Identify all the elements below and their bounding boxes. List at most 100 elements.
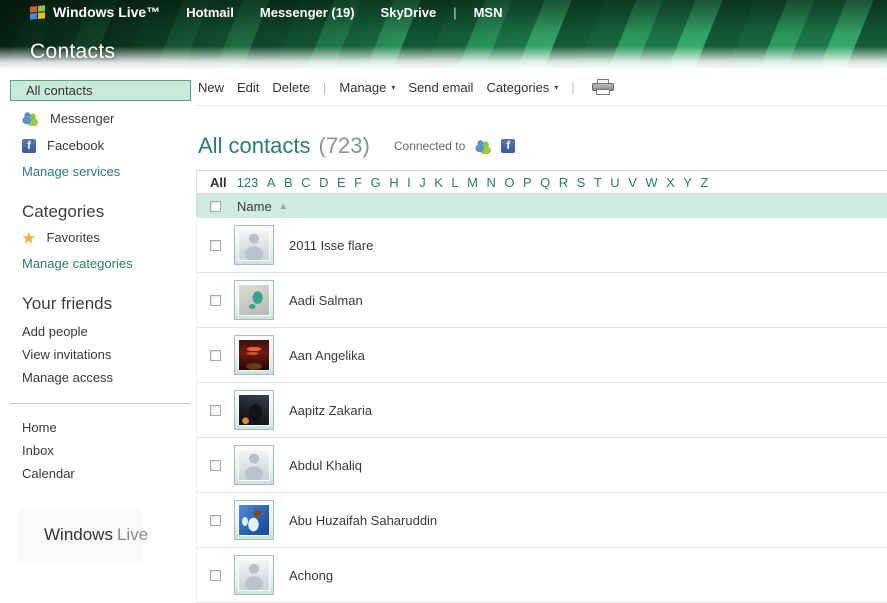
view-invitations-link[interactable]: View invitations: [0, 343, 196, 366]
contact-avatar[interactable]: [234, 500, 274, 540]
alphabet-filter-item[interactable]: C: [301, 175, 310, 190]
page-heading-row: All contacts (723) Connected to f: [196, 132, 887, 160]
contact-checkbox[interactable]: [210, 294, 221, 306]
topnav-link-skydrive[interactable]: SkyDrive: [381, 5, 437, 20]
contact-avatar[interactable]: [234, 390, 274, 430]
calendar-link[interactable]: Calendar: [0, 462, 196, 485]
alphabet-filter-item[interactable]: K: [434, 175, 443, 190]
contact-count: (723): [318, 133, 370, 158]
alphabet-filter-item[interactable]: S: [577, 175, 586, 190]
contact-name[interactable]: Aapitz Zakaria: [289, 403, 372, 418]
categories-heading: Categories: [22, 202, 105, 221]
connected-to: Connected to f: [394, 138, 516, 154]
select-all-checkbox[interactable]: [210, 200, 221, 212]
contact-name[interactable]: Achong: [289, 568, 333, 583]
inbox-link[interactable]: Inbox: [0, 439, 196, 462]
alphabet-filter-item[interactable]: N: [486, 175, 495, 190]
messenger-icon[interactable]: [475, 138, 493, 154]
alphabet-filter-item[interactable]: Q: [540, 175, 550, 190]
topnav-link-messenger[interactable]: Messenger (19): [260, 5, 355, 20]
alphabet-filter-item[interactable]: X: [666, 175, 675, 190]
toolbar-separator: |: [571, 80, 575, 95]
contact-name[interactable]: Aan Angelika: [289, 348, 365, 363]
header-banner: Windows Live™ Hotmail Messenger (19) Sky…: [0, 0, 887, 70]
sidebar-item-label: Messenger: [50, 111, 115, 126]
contact-checkbox[interactable]: [210, 239, 221, 251]
contact-name[interactable]: Abu Huzaifah Saharuddin: [289, 513, 437, 528]
windows-live-brand[interactable]: Windows Live™: [53, 4, 160, 20]
alphabet-filter-item[interactable]: I: [407, 175, 411, 190]
contact-checkbox[interactable]: [210, 459, 221, 471]
new-button[interactable]: New: [198, 80, 224, 95]
alphabet-filter-item[interactable]: B: [284, 175, 293, 190]
facebook-icon[interactable]: f: [501, 139, 516, 153]
alphabet-filter-item[interactable]: U: [610, 175, 619, 190]
sidebar-item-label: Facebook: [47, 138, 105, 153]
alphabet-filter-item[interactable]: H: [389, 175, 398, 190]
alphabet-filter-item[interactable]: D: [319, 175, 328, 190]
sidebar-item-messenger[interactable]: Messenger: [0, 105, 196, 132]
contact-name[interactable]: Aadi Salman: [289, 293, 363, 308]
contact-row: Aadi Salman: [196, 273, 887, 328]
alphabet-filter-item[interactable]: L: [451, 175, 458, 190]
toolbar: New Edit Delete | Manage ▾ Send email Ca…: [196, 70, 887, 106]
alphabet-filter-item[interactable]: A: [267, 175, 276, 190]
alphabet-filter-item[interactable]: M: [467, 175, 478, 190]
alphabet-filter-item[interactable]: E: [337, 175, 346, 190]
alphabet-filter-item[interactable]: R: [559, 175, 568, 190]
contacts-list: 2011 Isse flare Aadi Salman Aan Angelika…: [196, 218, 887, 603]
alphabet-filter-item[interactable]: P: [523, 175, 532, 190]
contact-checkbox[interactable]: [210, 404, 221, 416]
avatar-image: [239, 505, 269, 535]
sidebar-item-all-contacts[interactable]: All contacts: [10, 80, 191, 101]
contact-avatar[interactable]: [234, 445, 274, 485]
contact-name[interactable]: 2011 Isse flare: [289, 238, 373, 253]
send-email-button[interactable]: Send email: [408, 80, 473, 95]
home-link[interactable]: Home: [0, 416, 196, 439]
your-friends-heading: Your friends: [22, 294, 113, 313]
manage-access-link[interactable]: Manage access: [0, 366, 196, 389]
sidebar-item-favorites[interactable]: ★ Favorites: [0, 224, 196, 251]
alphabet-filter-item[interactable]: O: [504, 175, 514, 190]
avatar-image: [239, 450, 269, 480]
contact-name[interactable]: Abdul Khaliq: [289, 458, 362, 473]
alphabet-filter-item[interactable]: J: [419, 175, 426, 190]
main-content: New Edit Delete | Manage ▾ Send email Ca…: [196, 70, 887, 603]
contact-avatar[interactable]: [234, 225, 274, 265]
alphabet-filter-item[interactable]: V: [628, 175, 637, 190]
contact-checkbox[interactable]: [210, 514, 221, 526]
alphabet-filter-item[interactable]: Z: [700, 175, 708, 190]
edit-button[interactable]: Edit: [237, 80, 259, 95]
contact-checkbox[interactable]: [210, 349, 221, 361]
add-people-link[interactable]: Add people: [0, 320, 196, 343]
alphabet-filter-item[interactable]: T: [594, 175, 602, 190]
manage-categories-link[interactable]: Manage categories: [0, 251, 196, 277]
manage-menu[interactable]: Manage ▾: [339, 80, 395, 95]
topnav-link-hotmail[interactable]: Hotmail: [186, 5, 234, 20]
footer-logo-windows: Windows: [44, 525, 113, 544]
contact-row: 2011 Isse flare: [196, 218, 887, 273]
categories-menu[interactable]: Categories ▾: [486, 80, 558, 95]
print-button[interactable]: [591, 79, 614, 96]
sort-ascending-icon[interactable]: ▲: [279, 201, 288, 211]
contact-avatar[interactable]: [234, 280, 274, 320]
manage-services-link[interactable]: Manage services: [0, 159, 196, 185]
topnav-link-msn[interactable]: MSN: [474, 5, 503, 20]
alphabet-filter-item[interactable]: W: [645, 175, 657, 190]
avatar-image: [239, 395, 269, 425]
delete-button[interactable]: Delete: [272, 80, 310, 95]
alphabet-filter-item[interactable]: F: [354, 175, 362, 190]
alphabet-filter-all[interactable]: All: [210, 175, 227, 190]
sidebar-item-facebook[interactable]: f Facebook: [0, 132, 196, 159]
avatar-image: [239, 560, 269, 590]
name-column-header[interactable]: Name: [237, 199, 272, 214]
alphabet-filter-item[interactable]: 123: [237, 175, 259, 190]
page-title: All contacts: [198, 133, 311, 158]
chevron-down-icon: ▾: [391, 83, 396, 92]
alphabet-filter-item[interactable]: Y: [683, 175, 692, 190]
contact-avatar[interactable]: [234, 335, 274, 375]
categories-menu-label: Categories: [486, 80, 550, 95]
contact-checkbox[interactable]: [210, 569, 221, 581]
contact-avatar[interactable]: [234, 555, 274, 595]
alphabet-filter-item[interactable]: G: [371, 175, 381, 190]
